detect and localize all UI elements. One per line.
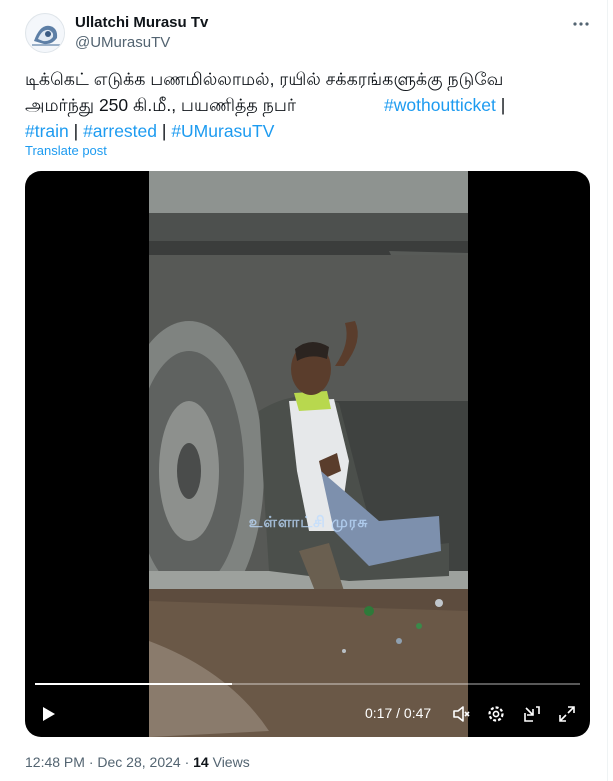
settings-gear-icon <box>488 706 504 722</box>
video-progress-fill <box>35 683 233 685</box>
tweet-card: Ullatchi Murasu Tv @UMurasuTV டிக்கெட் எ… <box>0 0 608 781</box>
tweet-text-line-2: அமர்ந்து 250 கி.மீ., பயணித்த நபர் #wothou… <box>25 92 595 118</box>
meta-separator: · <box>184 754 190 770</box>
hashtag-wothoutticket[interactable]: #wothoutticket <box>384 95 496 115</box>
tweet-meta: 12:48 PM · Dec 28, 2024 · 14 Views <box>25 754 250 770</box>
video-time: 0:17 / 0:47 <box>365 705 431 721</box>
author-handle[interactable]: @UMurasuTV <box>75 34 170 51</box>
play-icon <box>43 707 55 721</box>
hashtag-arrested[interactable]: #arrested <box>83 121 157 141</box>
video-progress-bar[interactable] <box>35 683 580 685</box>
picture-in-picture-icon <box>524 706 540 722</box>
hashtag-umurasutv[interactable]: #UMurasuTV <box>171 121 274 141</box>
video-thumbnail-scene <box>149 171 468 737</box>
author-name[interactable]: Ullatchi Murasu Tv <box>75 14 208 31</box>
video-time-separator: / <box>396 705 401 721</box>
tweet-text: டிக்கெட் எடுக்க பணமில்லாமல், ரயில் சக்கர… <box>25 66 595 144</box>
more-button[interactable] <box>566 12 596 36</box>
video-player[interactable]: உள்ளாட்சி முரசு 0:17 / 0:47 <box>25 171 590 737</box>
hashtag-separator: | <box>500 95 506 115</box>
translate-post-link[interactable]: Translate post <box>25 143 107 158</box>
tweet-text-line-3: #train | #arrested | #UMurasuTV <box>25 118 595 144</box>
hashtag-train[interactable]: #train <box>25 121 69 141</box>
video-duration: 0:47 <box>403 705 432 721</box>
settings-button[interactable] <box>483 701 509 727</box>
volume-button[interactable] <box>448 701 474 727</box>
picture-in-picture-button[interactable] <box>519 701 545 727</box>
post-time[interactable]: 12:48 PM <box>25 754 85 770</box>
more-dots-icon <box>573 22 589 26</box>
play-button[interactable] <box>35 701 61 727</box>
volume-icon <box>453 706 470 722</box>
post-date[interactable]: Dec 28, 2024 <box>97 754 180 770</box>
fullscreen-button[interactable] <box>554 701 580 727</box>
meta-separator: · <box>88 754 94 770</box>
tweet-text-line-2-body: அமர்ந்து 250 கி.மீ., பயணித்த நபர் <box>25 95 297 115</box>
views-label: Views <box>212 754 250 770</box>
avatar[interactable] <box>25 13 65 53</box>
hashtag-separator: | <box>73 121 79 141</box>
views-count: 14 <box>193 754 209 770</box>
avatar-logo-icon <box>27 15 64 52</box>
video-frame[interactable]: உள்ளாட்சி முரசு <box>149 171 468 737</box>
hashtag-separator: | <box>161 121 167 141</box>
fullscreen-icon <box>559 706 575 722</box>
video-watermark: உள்ளாட்சி முரசு <box>248 514 369 531</box>
tweet-text-line-1: டிக்கெட் எடுக்க பணமில்லாமல், ரயில் சக்கர… <box>25 69 504 89</box>
video-current-time: 0:17 <box>365 705 393 721</box>
